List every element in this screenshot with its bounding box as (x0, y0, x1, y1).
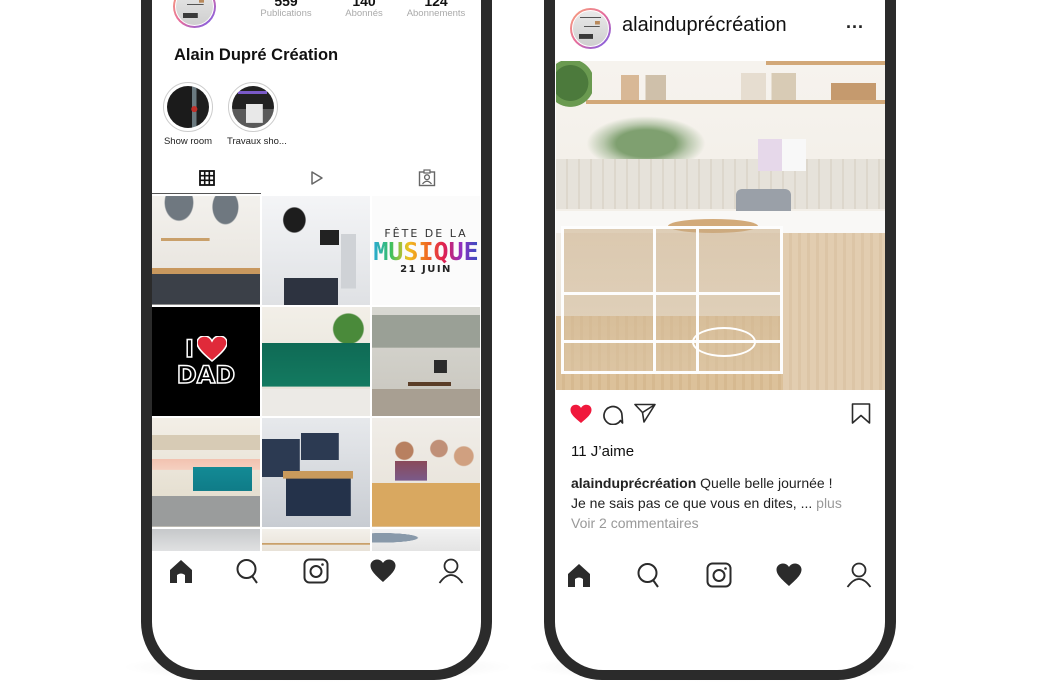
fete-musique-word: MUSIQUE (373, 236, 479, 266)
grid-post-8[interactable] (262, 418, 370, 527)
stat-following[interactable]: 124 Abonnements (396, 0, 476, 19)
post-image-shelf-top (586, 100, 885, 104)
search-icon[interactable] (235, 558, 261, 584)
view-comments-link[interactable]: Voir 2 commentaires (571, 515, 699, 531)
heart-graphic-icon (196, 335, 227, 362)
instagram-camera-icon[interactable] (303, 558, 329, 584)
heart-icon[interactable] (776, 562, 802, 588)
grid-post-5[interactable] (262, 307, 370, 416)
i-love-dad-letter-i: I (184, 334, 194, 364)
likes-count[interactable]: 11 J’aime (571, 443, 634, 460)
post-caption: alainduprécréation Quelle belle journée … (571, 473, 876, 533)
grid-post-12[interactable] (372, 529, 480, 551)
bookmark-button-icon[interactable] (851, 403, 871, 424)
comment-button-icon[interactable] (602, 403, 624, 425)
story-highlight-travaux-label: Travaux sho... (227, 136, 287, 147)
post-image-shelf-upper (766, 61, 885, 65)
share-button-icon[interactable] (634, 403, 656, 423)
post-image-shelving (561, 226, 783, 374)
stat-following-label: Abonnements (406, 8, 466, 19)
like-button-heart-filled-icon[interactable] (570, 404, 592, 424)
story-highlight-showroom-image (163, 82, 213, 132)
post-image-cookbook (758, 139, 806, 171)
grid-post-3-fete-musique[interactable]: FÊTE DE LA MUSIQUE 21 JUIN (372, 196, 480, 305)
profile-screen: 559 Publications 140 Abonnés 124 Abonnem… (152, 0, 481, 670)
post-image-backsplash (556, 159, 885, 209)
caption-text-line2: Je ne sais pas ce que vous en dites, ... (571, 495, 817, 511)
home-icon[interactable] (566, 562, 592, 588)
tab-tagged[interactable] (372, 166, 481, 190)
profile-icon[interactable] (846, 562, 872, 588)
tab-grid-active-indicator (152, 193, 261, 194)
i-love-dad-word: DAD (176, 360, 236, 390)
post-author-username[interactable]: alainduprécréation (622, 14, 787, 37)
grid-post-9[interactable] (372, 418, 480, 527)
post-image-island-wood (783, 233, 885, 390)
stat-publications-label: Publications (260, 8, 312, 19)
home-icon[interactable] (168, 558, 194, 584)
phone-post: alainduprécréation ... 11 J’aime alaindu… (544, 0, 896, 680)
grid-post-6[interactable] (372, 307, 480, 416)
tab-reels[interactable] (262, 166, 371, 190)
grid-post-1[interactable] (152, 196, 260, 305)
play-icon (310, 171, 323, 185)
profile-display-name: Alain Dupré Création (174, 46, 339, 64)
tab-grid[interactable] (152, 166, 261, 190)
post-image-plant-hanging (556, 61, 592, 116)
bottom-nav (152, 550, 481, 590)
instagram-camera-icon[interactable] (706, 562, 732, 588)
stat-followers[interactable]: 140 Abonnés (324, 0, 404, 19)
profile-avatar-image (175, 0, 214, 26)
search-icon[interactable] (636, 562, 662, 588)
tagged-user-icon (418, 169, 435, 187)
grid-post-7[interactable] (152, 418, 260, 527)
story-highlight-showroom-label: Show room (163, 136, 213, 147)
heart-icon[interactable] (370, 558, 396, 584)
grid-post-2[interactable] (262, 196, 370, 305)
story-highlight-travaux[interactable]: Travaux sho... (227, 82, 287, 147)
stat-publications[interactable]: 559 Publications (246, 0, 326, 19)
post-author-avatar[interactable] (570, 8, 611, 49)
story-highlight-travaux-image (228, 82, 278, 132)
caption-username[interactable]: alainduprécréation (571, 475, 696, 491)
post-screen: alainduprécréation ... 11 J’aime alaindu… (555, 0, 885, 670)
more-options-button[interactable]: ... (846, 12, 864, 33)
profile-icon[interactable] (438, 558, 464, 584)
grid-post-10[interactable] (152, 529, 260, 551)
post-image[interactable] (556, 61, 885, 390)
caption-text-line1: Quelle belle journée ! (696, 475, 833, 491)
caption-more-link[interactable]: plus (816, 495, 842, 511)
post-image-box (831, 83, 876, 100)
post-image-fruit-basket (692, 327, 756, 357)
grid-post-11[interactable] (262, 529, 370, 551)
grid-post-4-i-love-dad[interactable]: I DAD (152, 307, 260, 416)
grid-icon (198, 170, 215, 186)
story-highlight-showroom[interactable]: Show room (162, 82, 214, 147)
fete-musique-date: 21 JUIN (400, 263, 452, 275)
stat-followers-label: Abonnés (345, 8, 383, 19)
post-author-avatar-image (572, 10, 609, 47)
phone-profile: 559 Publications 140 Abonnés 124 Abonnem… (141, 0, 492, 680)
post-image-jars (621, 75, 666, 100)
bottom-nav (555, 554, 885, 594)
post-image-jars-2 (741, 73, 796, 100)
profile-avatar[interactable] (173, 0, 216, 28)
